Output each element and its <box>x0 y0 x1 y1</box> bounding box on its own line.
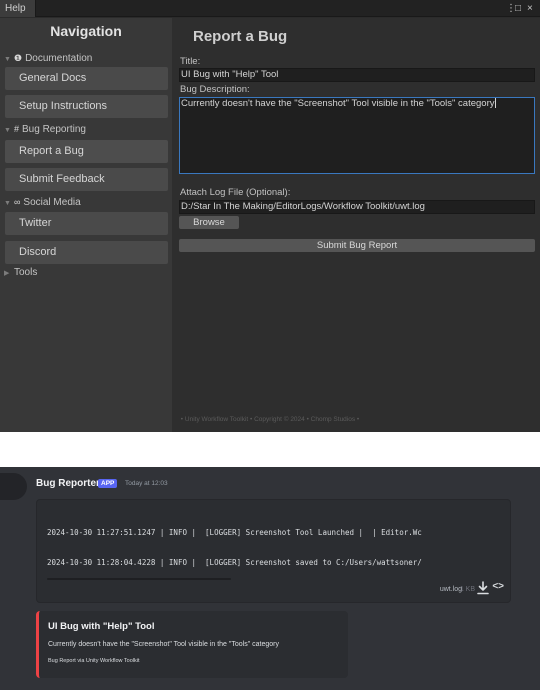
navigation-title: Navigation <box>50 23 122 39</box>
attach-log-label: Attach Log File (Optional): <box>180 187 291 198</box>
unity-editor-window: Help ⋮ □ × Navigation ▼ ❶ Documentation Ge… <box>0 0 540 432</box>
bug-description-text: Currently doesn't have the "Screenshot" … <box>181 98 495 109</box>
log-preview: 2024-10-30 11:27:51.1247 | INFO | [LOGGE… <box>47 508 507 588</box>
discord-message: Bug Reporter APP Today at 12:03 2024-10-… <box>0 467 540 690</box>
copyright-footer: • Unity Workflow Toolkit • Copyright © 2… <box>180 416 360 423</box>
log-path-input[interactable]: D:/Star In The Making/EditorLogs/Workflo… <box>179 200 535 214</box>
page-title: Report a Bug <box>193 28 288 45</box>
author-name[interactable]: Bug Reporter <box>36 478 100 489</box>
social-icon: ∞ <box>14 197 21 207</box>
nav-button-report-a-bug[interactable]: Report a Bug <box>5 140 168 163</box>
category-bug-reporting[interactable]: ▼ # Bug Reporting <box>4 122 86 136</box>
embed-footer: Bug Report via Unity Workflow Toolkit <box>48 658 140 664</box>
category-social-media[interactable]: ▼ ∞ Social Media <box>4 195 81 209</box>
book-icon: ❶ <box>14 53 23 63</box>
category-label: Bug Reporting <box>22 124 86 135</box>
maximize-icon[interactable]: □ <box>515 0 521 17</box>
close-icon[interactable]: × <box>527 0 533 17</box>
submit-bug-report-button[interactable]: Submit Bug Report <box>179 239 535 252</box>
category-label: Social Media <box>23 197 81 208</box>
nav-button-discord[interactable]: Discord <box>5 241 168 264</box>
bug-description-textarea[interactable]: Currently doesn't have the "Screenshot" … <box>179 97 535 174</box>
horizontal-scrollbar[interactable] <box>47 578 231 580</box>
browse-button[interactable]: Browse <box>179 216 239 229</box>
category-label: Documentation <box>25 53 93 64</box>
nav-button-general-docs[interactable]: General Docs <box>5 67 168 90</box>
category-tools[interactable]: ▶ Tools <box>4 266 37 280</box>
log-line: 2024-10-30 11:28:04.4228 | INFO | [LOGGE… <box>47 558 422 567</box>
tab-bar: Help ⋮ □ × <box>0 0 540 17</box>
nav-button-submit-feedback[interactable]: Submit Feedback <box>5 168 168 191</box>
title-input[interactable]: UI Bug with "Help" Tool <box>179 68 535 82</box>
category-label: Tools <box>14 267 38 278</box>
log-line: 2024-10-30 11:27:51.1247 | INFO | [LOGGE… <box>47 528 422 537</box>
expanded-triangle-icon: ▼ <box>4 56 11 63</box>
navigation-sidebar: Navigation ▼ ❶ Documentation General Docs … <box>0 18 172 432</box>
report-bug-panel: Report a Bug Title: UI Bug with "Help" T… <box>172 18 540 432</box>
tab-help[interactable]: Help <box>0 0 36 17</box>
bug-report-embed: UI Bug with "Help" Tool Currently doesn'… <box>36 611 348 678</box>
bug-description-label: Bug Description: <box>180 84 250 95</box>
nav-button-twitter[interactable]: Twitter <box>5 212 168 235</box>
message-timestamp: Today at 12:03 <box>125 480 168 487</box>
avatar[interactable] <box>0 473 27 500</box>
expanded-triangle-icon: ▼ <box>4 200 11 207</box>
category-documentation[interactable]: ▼ ❶ Documentation <box>4 51 92 65</box>
embed-description: Currently doesn't have the "Screenshot" … <box>48 641 279 648</box>
nav-button-setup-instructions[interactable]: Setup Instructions <box>5 95 168 118</box>
app-badge: APP <box>98 479 118 488</box>
file-attachment: 2024-10-30 11:27:51.1247 | INFO | [LOGGE… <box>36 499 511 603</box>
bug-icon: # <box>14 124 20 134</box>
attachment-file-size: 1 KB <box>459 586 475 593</box>
expanded-triangle-icon: ▼ <box>4 127 11 134</box>
title-label: Title: <box>180 56 201 67</box>
embed-title: UI Bug with "Help" Tool <box>48 621 155 632</box>
expand-code-icon[interactable]: <> <box>492 581 504 592</box>
download-icon[interactable] <box>477 581 489 595</box>
attachment-file-name[interactable]: uwt.log <box>440 586 462 593</box>
text-caret <box>494 98 496 109</box>
collapsed-triangle-icon: ▶ <box>4 270 10 277</box>
